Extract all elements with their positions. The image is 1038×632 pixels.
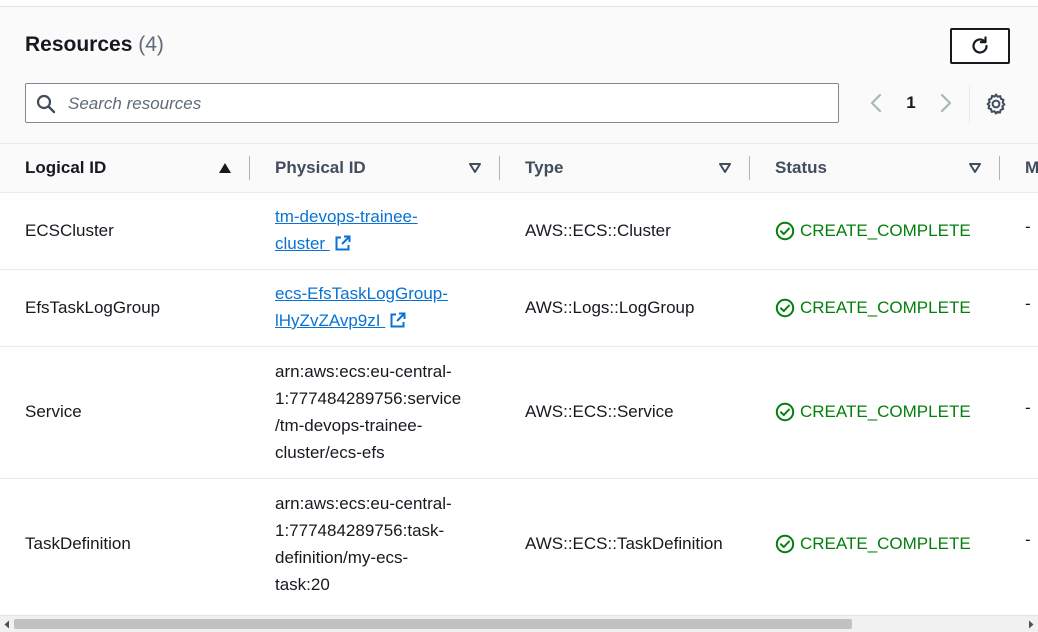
status-badge: CREATE_COMPLETE (775, 530, 971, 557)
physical-id-link[interactable]: tm-devops-trainee- (275, 207, 418, 226)
logical-id: ECSCluster (25, 221, 114, 240)
physical-id: arn:aws:ecs:eu-central- 1:777484289756:s… (275, 358, 461, 466)
status-badge: CREATE_COMPLETE (775, 398, 971, 425)
next-page-icon[interactable] (936, 93, 954, 113)
sort-caret-down-icon[interactable] (718, 161, 732, 175)
refresh-icon (972, 36, 988, 54)
physical-id-line: arn:aws:ecs:eu-central- (275, 494, 452, 513)
physical-id-line: arn:aws:ecs:eu-central- (275, 362, 452, 381)
status-text: CREATE_COMPLETE (800, 221, 971, 240)
column-header-module[interactable]: M (1025, 144, 1038, 192)
resource-type: AWS::ECS::TaskDefinition (525, 534, 723, 553)
physical-id-line: task:20 (275, 575, 330, 594)
module-value: - (1025, 398, 1031, 417)
physical-id: tm-devops-trainee- cluster (275, 203, 418, 257)
title-text: Resources (25, 33, 133, 56)
column-divider[interactable] (749, 156, 750, 180)
search-icon (36, 94, 56, 114)
physical-id: arn:aws:ecs:eu-central- 1:777484289756:t… (275, 490, 452, 598)
physical-id-line: 1:777484289756:task- (275, 521, 445, 540)
physical-id-link-text: cluster (275, 234, 326, 253)
status-text: CREATE_COMPLETE (800, 298, 971, 317)
physical-id-line: definition/my-ecs- (275, 548, 409, 567)
column-header-physical-id[interactable]: Physical ID (275, 144, 366, 192)
resource-type: AWS::Logs::LogGroup (525, 298, 695, 317)
page-number[interactable]: 1 (898, 93, 924, 113)
refresh-button[interactable] (950, 28, 1010, 64)
resource-count: (4) (138, 33, 164, 56)
physical-id-line: /tm-devops-trainee- (275, 416, 423, 435)
resource-type: AWS::ECS::Service (525, 402, 674, 421)
column-header-logical-id[interactable]: Logical ID (25, 144, 106, 192)
horizontal-scrollbar[interactable] (0, 615, 1038, 632)
sort-caret-down-icon[interactable] (968, 161, 982, 175)
resources-header: Resources (4) 1 (0, 7, 1038, 144)
module-value: - (1025, 217, 1031, 236)
scrollbar-thumb[interactable] (14, 619, 852, 629)
gear-icon[interactable] (984, 92, 1008, 116)
search-input[interactable] (66, 85, 830, 123)
resources-panel: Resources (4) 1 L (0, 6, 1038, 632)
external-link-icon[interactable] (334, 235, 351, 252)
physical-id-line: cluster/ecs-efs (275, 443, 385, 462)
logical-id: TaskDefinition (25, 534, 131, 553)
status-text: CREATE_COMPLETE (800, 402, 971, 421)
search-box (25, 83, 839, 123)
module-value: - (1025, 294, 1031, 313)
success-check-icon (775, 534, 795, 553)
status-badge: CREATE_COMPLETE (775, 294, 971, 321)
status-badge: CREATE_COMPLETE (775, 217, 971, 244)
physical-id: ecs-EfsTaskLogGroup- lHyZvZAvp9zI (275, 280, 448, 334)
table-row: ECSCluster tm-devops-trainee- cluster AW… (0, 193, 1038, 270)
logical-id: EfsTaskLogGroup (25, 298, 161, 317)
sort-ascending-icon[interactable] (218, 161, 232, 175)
sort-caret-down-icon[interactable] (468, 161, 482, 175)
pager-divider (969, 86, 970, 124)
status-text: CREATE_COMPLETE (800, 534, 971, 553)
previous-page-icon[interactable] (868, 93, 886, 113)
table-row: EfsTaskLogGroup ecs-EfsTaskLogGroup- lHy… (0, 270, 1038, 347)
physical-id-link[interactable]: cluster (275, 234, 330, 253)
success-check-icon (775, 221, 795, 240)
physical-id-link-text: lHyZvZAvp9zI (275, 311, 381, 330)
physical-id-link[interactable]: lHyZvZAvp9zI (275, 311, 385, 330)
logical-id: Service (25, 402, 82, 421)
column-header-status[interactable]: Status (775, 144, 827, 192)
table-row: TaskDefinition arn:aws:ecs:eu-central- 1… (0, 479, 1038, 609)
page-title: Resources (4) (25, 33, 164, 57)
table-row: Service arn:aws:ecs:eu-central- 1:777484… (0, 347, 1038, 479)
scroll-left-arrow-icon[interactable] (3, 620, 11, 629)
physical-id-line: 1:777484289756:service (275, 389, 462, 408)
column-header-type[interactable]: Type (525, 144, 563, 192)
module-value: - (1025, 530, 1031, 549)
column-divider[interactable] (499, 156, 500, 180)
scroll-right-arrow-icon[interactable] (1027, 620, 1035, 629)
physical-id-link[interactable]: ecs-EfsTaskLogGroup- (275, 284, 448, 303)
column-divider[interactable] (249, 156, 250, 180)
table-header: Logical ID Physical ID Type Status M (0, 144, 1038, 193)
external-link-icon[interactable] (389, 312, 406, 329)
resource-type: AWS::ECS::Cluster (525, 221, 671, 240)
success-check-icon (775, 298, 795, 317)
success-check-icon (775, 402, 795, 421)
column-divider[interactable] (999, 156, 1000, 180)
